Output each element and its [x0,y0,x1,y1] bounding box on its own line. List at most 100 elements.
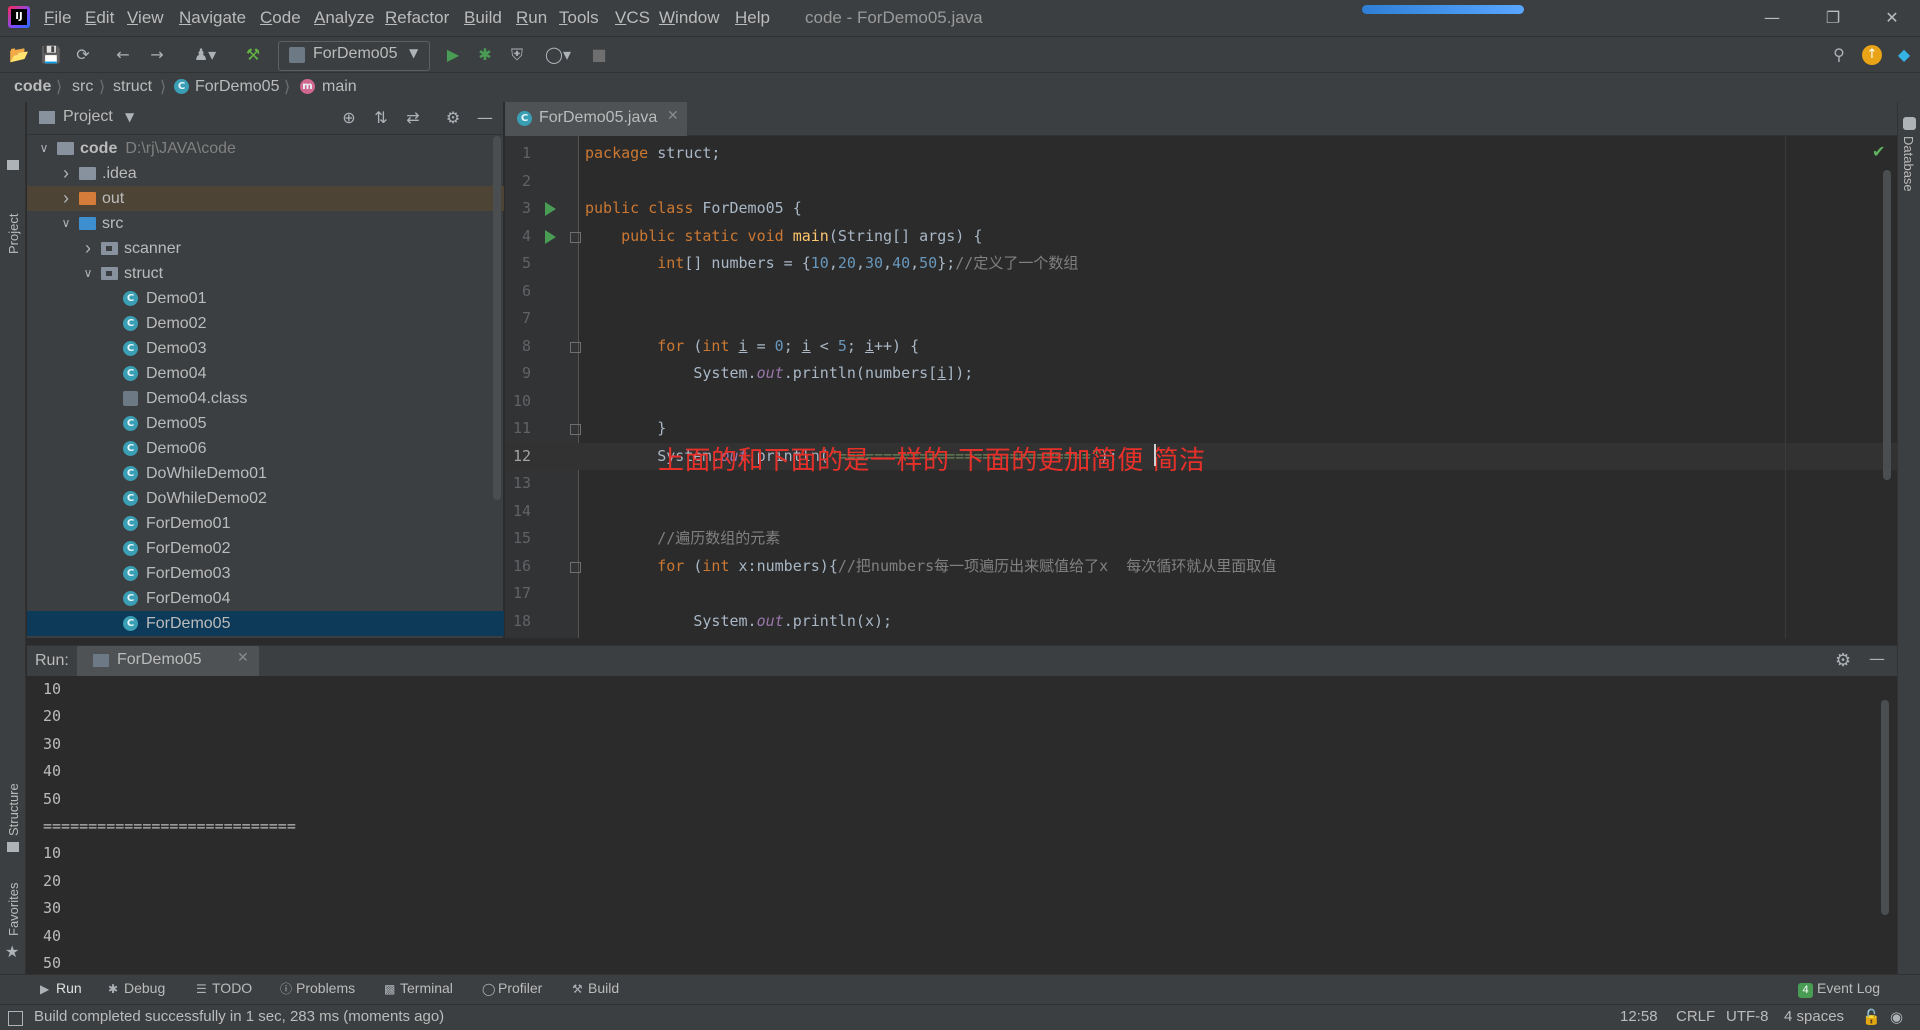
menu-window[interactable]: Window [659,0,719,36]
file-encoding[interactable]: UTF-8 [1726,1008,1769,1025]
minimize-button[interactable]: — [1752,4,1792,32]
chevron-down-icon[interactable]: ∨ [37,136,51,161]
toggle-tool-windows-icon[interactable] [8,1011,23,1026]
code-line[interactable]: 5 int[] numbers = {10,20,30,40,50};//定义了… [505,250,1897,277]
close-icon[interactable]: ✕ [667,108,679,124]
hide-icon[interactable]: — [1869,649,1885,668]
chevron-down-icon[interactable]: ∨ [81,261,95,286]
profile-icon[interactable]: ◯▾ [538,44,578,66]
menu-help[interactable]: Help [735,0,770,36]
tree-item[interactable]: C Demo02 [27,311,504,336]
tool-tab-todo[interactable]: ☰ TODO [196,980,252,996]
code-line[interactable]: 2 [505,168,1897,195]
open-folder-icon[interactable]: 📂 [8,44,30,66]
lock-icon[interactable]: 🔓 [1862,1008,1881,1026]
line-separator[interactable]: CRLF [1676,1008,1715,1025]
menu-tools[interactable]: Tools [559,0,599,36]
fold-marker-icon[interactable] [570,341,581,353]
code-line[interactable]: 11 } [505,415,1897,442]
editor-scrollbar[interactable] [1883,170,1891,480]
project-stripe-button[interactable]: Project [6,214,21,254]
tool-tab-terminal[interactable]: ▩ Terminal [384,980,453,996]
tree-item[interactable]: C Demo03 [27,336,504,361]
menu-build[interactable]: Build [464,0,502,36]
code-line[interactable]: 17 [505,580,1897,607]
menu-vcs[interactable]: VCS [615,0,650,36]
tree-item[interactable]: C DoWhileDemo01 [27,461,504,486]
editor-tab-fordemo05[interactable]: C ForDemo05.java ✕ [505,102,687,139]
user-icon[interactable]: ♟▾ [188,44,222,66]
code-line[interactable]: 3 public class ForDemo05 { [505,195,1897,222]
indent-setting[interactable]: 4 spaces [1784,1008,1844,1025]
menu-refactor[interactable]: Refactor [385,0,449,36]
tree-item[interactable]: C Demo04 [27,361,504,386]
sync-icon[interactable]: ⟳ [72,44,94,66]
tree-item[interactable]: C ForDemo02 [27,536,504,561]
tool-tab-problems[interactable]: ⓘ Problems [280,980,355,997]
code-line[interactable]: 14 [505,498,1897,525]
tree-item[interactable]: ∨ struct [27,261,504,286]
breadcrumb-code[interactable]: code [14,78,51,96]
chevron-right-icon[interactable]: › [59,161,73,186]
project-view-selector[interactable]: Project [63,108,113,126]
inspector-icon[interactable]: ◉ [1890,1008,1903,1026]
code-line[interactable]: 9 System.out.println(numbers[i]); [505,360,1897,387]
chevron-down-icon[interactable]: ∨ [59,211,73,236]
inspection-ok-icon[interactable]: ✔ [1872,142,1885,161]
forward-arrow-icon[interactable]: → [146,44,168,66]
breadcrumb-src[interactable]: src [72,78,93,96]
menu-analyze[interactable]: Analyze [314,0,374,36]
code-line[interactable]: 6 [505,278,1897,305]
coverage-icon[interactable]: ⛨ [506,44,528,66]
expand-all-icon[interactable]: ⇅ [371,108,391,128]
breadcrumb-method[interactable]: main [322,78,357,96]
close-icon[interactable]: ✕ [237,650,249,666]
tree-item[interactable]: C DoWhileDemo02 [27,486,504,511]
menu-view[interactable]: View [127,0,164,36]
tree-item[interactable]: › out [27,186,504,211]
gear-icon[interactable]: ⚙ [1835,650,1851,671]
status-message[interactable]: Build completed successfully in 1 sec, 2… [34,1008,444,1025]
build-hammer-icon[interactable]: ⚒ [242,44,264,66]
tool-tab-build[interactable]: ⚒ Build [572,980,619,996]
event-log-button[interactable]: 4 Event Log [1798,980,1880,998]
menu-navigate[interactable]: Navigate [179,0,246,36]
menu-edit[interactable]: Edit [85,0,114,36]
code-line[interactable]: 19 [505,635,1897,638]
tool-tab-profiler[interactable]: ◯ Profiler [482,980,542,996]
code-line[interactable]: 7 [505,305,1897,332]
code-editor[interactable]: 1 package struct; 2 3 public class ForDemo05… [505,136,1897,638]
tree-item[interactable]: › .idea [27,161,504,186]
tree-item[interactable]: C ForDemo04 [27,586,504,611]
favorites-stripe-button[interactable]: Favorites [6,883,21,936]
menu-file[interactable]: File [44,0,71,36]
tree-item[interactable]: C Demo06 [27,436,504,461]
code-line[interactable]: 10 [505,388,1897,415]
run-tab-fordemo05[interactable]: ForDemo05 ✕ [77,646,259,680]
code-line[interactable]: 4 public static void main(String[] args)… [505,223,1897,250]
code-line[interactable]: 16 for (int x:numbers){//把numbers每一项遍历出来… [505,553,1897,580]
menu-run[interactable]: Run [516,0,547,36]
update-icon[interactable]: ↑ [1862,45,1882,65]
tree-item[interactable]: C Demo01 [27,286,504,311]
toolbox-icon[interactable]: ◆ [1893,44,1915,66]
stop-icon[interactable]: ■ [588,44,610,66]
chevron-down-icon[interactable]: ▼ [125,110,134,124]
tree-item[interactable]: C ForDemo05 [27,611,504,636]
console-scrollbar[interactable] [1881,700,1889,915]
structure-stripe-button[interactable]: Structure [6,783,21,836]
tree-item[interactable]: C ForDemo03 [27,561,504,586]
hide-icon[interactable]: — [475,108,495,128]
debug-icon[interactable]: ✱ [474,44,496,66]
code-line[interactable]: 18 System.out.println(x); [505,608,1897,635]
database-stripe-button[interactable]: Database [1901,136,1916,192]
collapse-all-icon[interactable]: ⇄ [403,108,423,128]
fold-marker-icon[interactable] [570,231,581,243]
tree-item[interactable]: C ForDemo01 [27,511,504,536]
gear-icon[interactable]: ⚙ [443,108,463,128]
tool-tab-debug[interactable]: ✱ Debug [108,980,165,996]
run-gutter-icon[interactable] [545,202,556,216]
back-arrow-icon[interactable]: ← [112,44,134,66]
breadcrumb-class[interactable]: ForDemo05 [195,78,279,96]
chevron-right-icon[interactable]: › [81,236,95,261]
